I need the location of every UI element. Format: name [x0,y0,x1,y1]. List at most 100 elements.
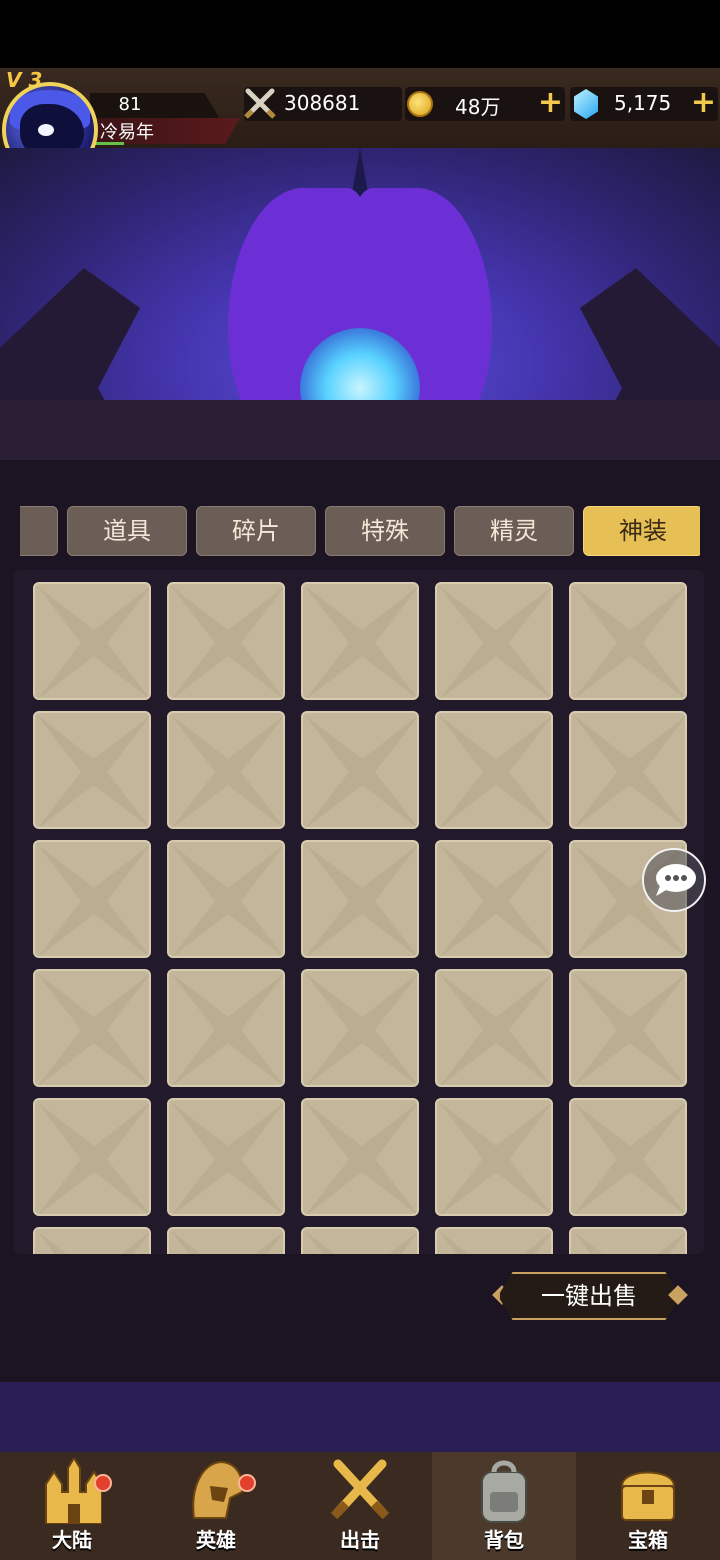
inventory-slot[interactable] [569,1227,687,1254]
inventory-slot[interactable] [435,711,553,829]
inventory-slot[interactable] [435,1227,553,1254]
nav-continent[interactable]: 大陆 [0,1452,144,1560]
empty-slot-star-icon [439,1102,551,1214]
inventory-slot[interactable] [167,582,285,700]
tab-special[interactable]: 特殊 [325,506,445,556]
treasure-chest-icon [620,1471,676,1521]
empty-slot-star-icon [573,715,685,827]
continent-badge [94,1474,112,1492]
nav-label-treasure: 宝箱 [628,1528,668,1552]
inventory-slot[interactable] [301,840,419,958]
inventory-slot[interactable] [167,1227,285,1254]
add-gem-button[interactable]: + [691,87,716,119]
inventory-slot[interactable] [301,969,419,1087]
gem-icon [574,89,598,119]
inventory-slot[interactable] [435,582,553,700]
empty-slot-star-icon [37,973,149,1085]
empty-slot-star-icon [37,586,149,698]
inventory-slot[interactable] [569,969,687,1087]
power-display: 308681 [244,87,402,121]
castle-icon [45,1458,102,1524]
tab-hidden-left[interactable] [20,506,58,556]
tab-spirits[interactable]: 精灵 [454,506,574,556]
crossed-swords-nav-icon [330,1459,390,1520]
empty-slot-star-icon [439,844,551,956]
inventory-slot[interactable] [435,969,553,1087]
empty-slot-star-icon [573,1231,685,1254]
empty-slot-star-icon [573,586,685,698]
add-gold-button[interactable]: + [538,87,563,119]
gem-display: 5,175 + [570,87,718,121]
inventory-slot[interactable] [435,1098,553,1216]
inventory-slot[interactable] [435,840,553,958]
inventory-slot[interactable] [301,582,419,700]
inventory-slot[interactable] [569,1098,687,1216]
gold-display: 48万 + [405,87,565,121]
status-bar [0,0,720,68]
empty-slot-star-icon [305,1102,417,1214]
empty-slot-star-icon [37,844,149,956]
inventory-slot[interactable] [33,582,151,700]
empty-slot-star-icon [439,1231,551,1254]
empty-slot-star-icon [573,1102,685,1214]
empty-slot-star-icon [305,715,417,827]
inventory-slot[interactable] [569,711,687,829]
chat-button[interactable] [642,848,706,912]
empty-slot-star-icon [305,844,417,956]
inventory-slot[interactable] [301,1227,419,1254]
inventory-slot[interactable] [167,711,285,829]
empty-slot-star-icon [573,973,685,1085]
inventory-slot[interactable] [33,711,151,829]
inventory-grid [14,570,704,1254]
bag-banner-artwork [0,148,720,460]
bag-tabs: 道具 碎片 特殊 精灵 神装 [20,506,700,558]
inventory-slot[interactable] [33,1098,151,1216]
backpack-icon [481,1460,527,1523]
bottom-nav: 大陆 英雄 出击 背包 宝箱 [0,1452,720,1560]
empty-slot-star-icon [37,1231,149,1254]
nav-battle[interactable]: 出击 [288,1452,432,1560]
empty-slot-star-icon [305,973,417,1085]
player-name: 冷易年 [100,122,154,143]
empty-slot-star-icon [37,715,149,827]
inventory-slot[interactable] [569,582,687,700]
gold-value: 48万 [455,95,501,119]
nav-backpack[interactable]: 背包 [432,1452,576,1560]
inventory-slot[interactable] [301,1098,419,1216]
tab-fragments[interactable]: 碎片 [196,506,316,556]
inventory-slot[interactable] [33,969,151,1087]
empty-slot-star-icon [439,973,551,1085]
inventory-slot[interactable] [167,969,285,1087]
hero-helmet-icon [192,1460,244,1519]
inventory-slot[interactable] [167,840,285,958]
banner-floor [0,400,720,460]
empty-slot-star-icon [171,844,283,956]
inventory-slot[interactable] [167,1098,285,1216]
gem-value: 5,175 [614,91,672,115]
nav-label-continent: 大陆 [52,1528,92,1552]
inventory-slot[interactable] [33,1227,151,1254]
empty-slot-star-icon [171,973,283,1085]
empty-slot-star-icon [171,715,283,827]
tab-items[interactable]: 道具 [67,506,187,556]
crossed-swords-icon [244,88,276,119]
inventory-slot[interactable] [301,711,419,829]
avatar-eye [38,124,54,136]
tab-divine-gear[interactable]: 神装 [583,506,700,556]
empty-slot-star-icon [171,1102,283,1214]
empty-slot-star-icon [439,586,551,698]
nav-heroes[interactable]: 英雄 [144,1452,288,1560]
player-level: 81 [118,94,142,115]
power-value: 308681 [284,91,361,115]
gold-coin-icon [407,91,433,117]
sell-all-button[interactable]: 一键出售 [498,1272,680,1320]
empty-slot-star-icon [439,715,551,827]
heroes-badge [238,1474,256,1492]
nav-treasure[interactable]: 宝箱 [576,1452,720,1560]
inventory-slot[interactable] [33,840,151,958]
empty-slot-star-icon [171,1231,283,1254]
chat-bubble-icon [656,864,696,896]
nav-label-battle: 出击 [340,1528,380,1552]
nav-label-backpack: 背包 [484,1528,524,1552]
empty-slot-star-icon [171,586,283,698]
